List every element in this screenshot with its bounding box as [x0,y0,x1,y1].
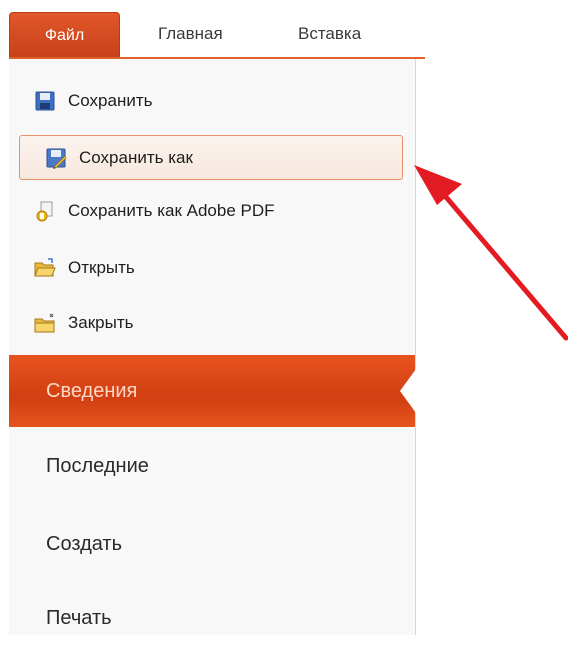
annotation-arrow [414,165,568,341]
